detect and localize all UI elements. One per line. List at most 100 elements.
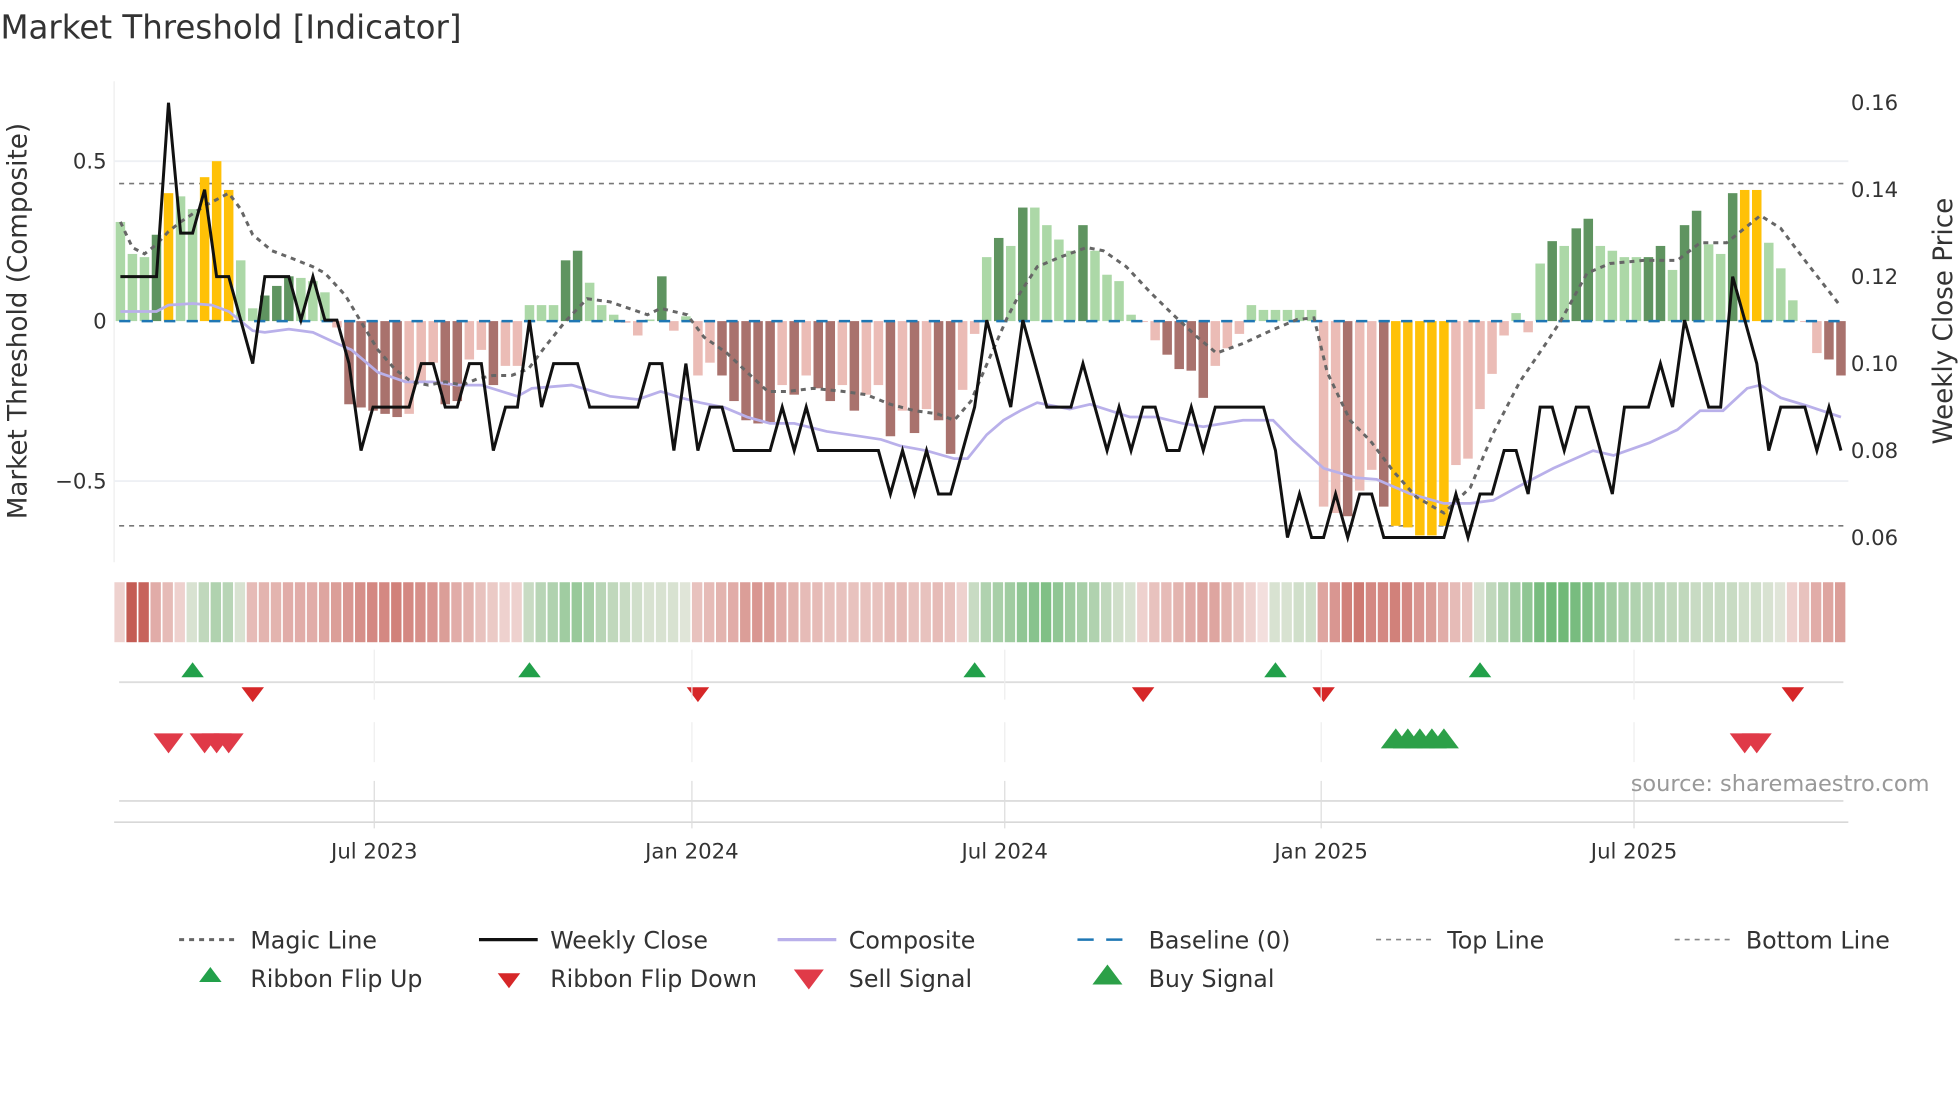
ribbon-cell [1570,582,1581,643]
ribbon-cell [270,582,282,643]
composite-bar [1198,321,1209,398]
ribbon-cell [1233,582,1244,643]
ribbon-cell [439,582,450,643]
composite-bar [1499,321,1509,336]
composite-bar [1691,210,1702,322]
ribbon-cell [607,582,619,643]
composite-bar [1788,300,1798,322]
composite-bar [1090,250,1100,322]
ribbon-flip-up-marker [518,662,541,678]
x-tick-label: Jan 2024 [643,839,739,864]
ribbon-cell [752,582,763,643]
y-tick-label: 0 [93,310,107,335]
composite-bar [1679,225,1690,322]
ribbon-cell [703,582,715,643]
composite-bar [1619,257,1630,322]
x-tick-label: Jul 2024 [960,839,1048,864]
series-lines [119,102,1844,544]
ribbon-cell [282,582,294,643]
ribbon-cell [1161,582,1172,643]
ribbon-cell [1377,582,1389,643]
composite-bar [789,321,799,395]
ribbon-cell [511,582,522,643]
ribbon-cell [294,582,306,643]
ribbon-cell [643,582,655,643]
composite-bar [801,321,811,376]
composite-bar [1764,242,1774,322]
ribbon-cell [788,582,799,643]
composite-bar [1066,250,1076,322]
composite-bar [272,285,282,322]
y2-tick-label: 0.16 [1851,91,1898,116]
ribbon-cell [944,582,955,643]
ribbon-cell [1281,582,1292,643]
ribbon-cell [1702,582,1713,643]
ribbon-cell [1666,582,1677,643]
ribbon-cell [343,582,354,643]
legend-item-sell: Sell Signal [793,965,972,993]
ribbon-cell [1486,582,1497,643]
ribbon-cell [860,582,871,643]
composite-bar [669,321,679,331]
legend-swatch [793,969,824,990]
ribbon-cell [1125,582,1136,643]
ribbon-cell [475,582,486,643]
y2-tick-label: 0.06 [1851,526,1898,551]
composite-bar [500,321,511,366]
ribbon-cell [367,582,378,643]
ribbon-cell [884,582,895,643]
ribbon-cell [956,582,968,643]
composite-bar [1258,309,1269,322]
ribbon-cell [1341,582,1353,643]
composite-bar [1523,321,1533,333]
ribbon-cell [1726,582,1738,643]
y-tick-label: −0.5 [55,470,107,495]
composite-bar [1246,305,1257,322]
ribbon-cell [776,582,787,643]
ribbon-cell [523,582,534,643]
composite-bar [897,321,908,411]
composite-bar [1391,321,1401,526]
ribbon-cell [1064,582,1076,643]
composite-bar [1210,321,1221,366]
ribbon-cell [355,582,366,643]
composite-bar [1415,321,1425,536]
ribbon-flip-up-marker [963,662,986,678]
composite-bar [1403,321,1413,528]
legend-label: Ribbon Flip Up [250,965,422,993]
composite-bar [1078,225,1088,322]
composite-bar [1018,207,1028,322]
composite-bar [1667,269,1678,322]
y2-tick-label: 0.10 [1851,352,1898,377]
composite-bar [175,196,186,322]
ribbon-cell [932,582,943,643]
ribbon-cell [379,582,390,643]
ribbon-cell [1642,582,1653,643]
ribbon-cell [968,582,980,643]
ribbon-cell [848,582,859,643]
ribbon-cell [1822,582,1834,643]
y2-tick-label: 0.14 [1851,178,1898,203]
legend-label: Sell Signal [849,965,972,993]
ribbon-cell [403,582,414,643]
composite-bar [1162,321,1172,355]
composite-bar [861,321,872,395]
composite-bar [837,321,848,386]
x-tick-label: Jul 2025 [1589,839,1677,864]
ribbon-cell [427,582,438,643]
ribbon-cell [1546,582,1557,643]
composite-bar [1571,228,1582,322]
composite-bar [392,321,402,418]
composite-bar [428,321,438,363]
ribbon-cell [872,582,883,643]
composite-bar [945,321,956,454]
composite-bar [1174,321,1184,370]
composite-bar [753,321,763,424]
ribbon-cell [1040,582,1052,643]
composite-bar [1595,245,1606,322]
composite-bar [223,189,234,322]
ribbon-cell [908,582,919,643]
composite-line [120,302,1842,505]
legend-label: Buy Signal [1149,965,1275,993]
ribbon-cell [1786,582,1798,643]
